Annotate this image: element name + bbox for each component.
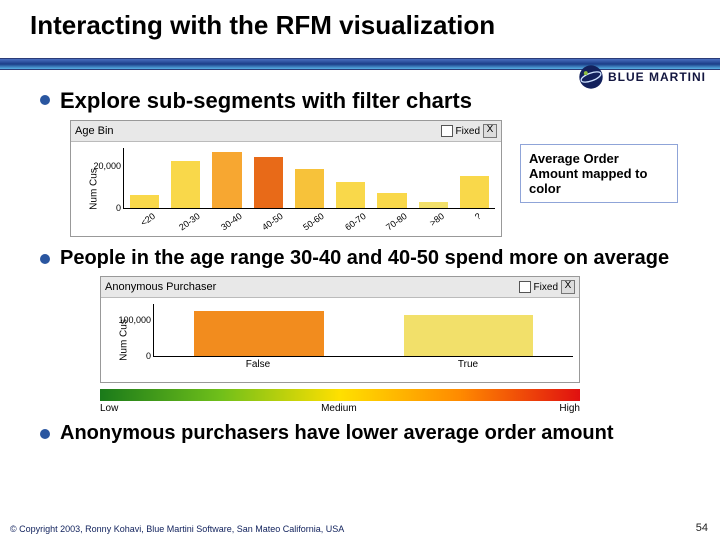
title-bar: Interacting with the RFM visualization [0,0,720,58]
bullet-dot-icon [40,254,50,264]
xtick: 40-50 [247,211,288,229]
bar [460,176,489,208]
xtick: 30-40 [206,211,247,229]
bullet-1: Explore sub-segments with filter charts [40,88,710,114]
bar [377,193,406,208]
bullet-3-text: Anonymous purchasers have lower average … [60,422,614,445]
xtick: <20 [123,211,164,229]
bullet-1-text: Explore sub-segments with filter charts [60,88,472,114]
chart1-ylabel: Num Cus [88,168,99,210]
bar [336,182,365,208]
bar [419,202,448,208]
chart2-title: Anonymous Purchaser [105,281,216,293]
fixed-label: Fixed [534,282,558,293]
chart1-ytick: 20,000 [93,161,124,171]
chart1-zero: 0 [116,203,124,213]
close-icon[interactable]: X [483,124,497,138]
chart2-cat-false: False [153,359,363,370]
bar [404,315,534,356]
chart2-ylabel: Num Cus [118,319,129,361]
fixed-checkbox[interactable] [519,281,531,293]
bullet-dot-icon [40,95,50,105]
bullet-2: People in the age range 30-40 and 40-50 … [40,247,710,270]
xtick: 70-80 [371,211,412,229]
xtick: ? [454,211,495,229]
bullet-dot-icon [40,429,50,439]
xtick: 20-30 [164,211,205,229]
bar [130,195,159,208]
chart2-ytick: 100,000 [118,315,154,325]
slide-title: Interacting with the RFM visualization [30,10,720,41]
gradient-bar [100,389,580,401]
callout-box: Average Order Amount mapped to color [520,144,678,203]
chart-panel-anonymous: Anonymous Purchaser Fixed X Num Cus 100,… [100,276,580,383]
bar [295,169,324,208]
xtick: 50-60 [288,211,329,229]
chart1-title: Age Bin [75,125,114,137]
bar [212,152,241,208]
close-icon[interactable]: X [561,280,575,294]
fixed-label: Fixed [456,126,480,137]
callout-text: Average Order Amount mapped to color [529,151,647,196]
xtick: >80 [412,211,453,229]
chart2-cat-true: True [363,359,573,370]
color-legend: Low Medium High [100,389,580,414]
chart2-zero: 0 [146,351,154,361]
xtick: 60-70 [330,211,371,229]
legend-medium: Medium [321,403,357,414]
bar [194,311,324,356]
legend-low: Low [100,403,118,414]
bar [254,157,283,208]
brand-text: BLUE MARTINI [608,70,706,84]
bar [171,161,200,208]
legend-high: High [559,403,580,414]
bullet-2-text: People in the age range 30-40 and 40-50 … [60,247,669,270]
copyright-footer: © Copyright 2003, Ronny Kohavi, Blue Mar… [10,524,344,534]
page-number: 54 [696,522,708,534]
bullet-3: Anonymous purchasers have lower average … [40,422,710,445]
fixed-checkbox[interactable] [441,125,453,137]
brand-logo: BLUE MARTINI [578,64,706,90]
chart-panel-age: Age Bin Fixed X Num Cus 20,000 0 <2020-3… [70,120,502,237]
